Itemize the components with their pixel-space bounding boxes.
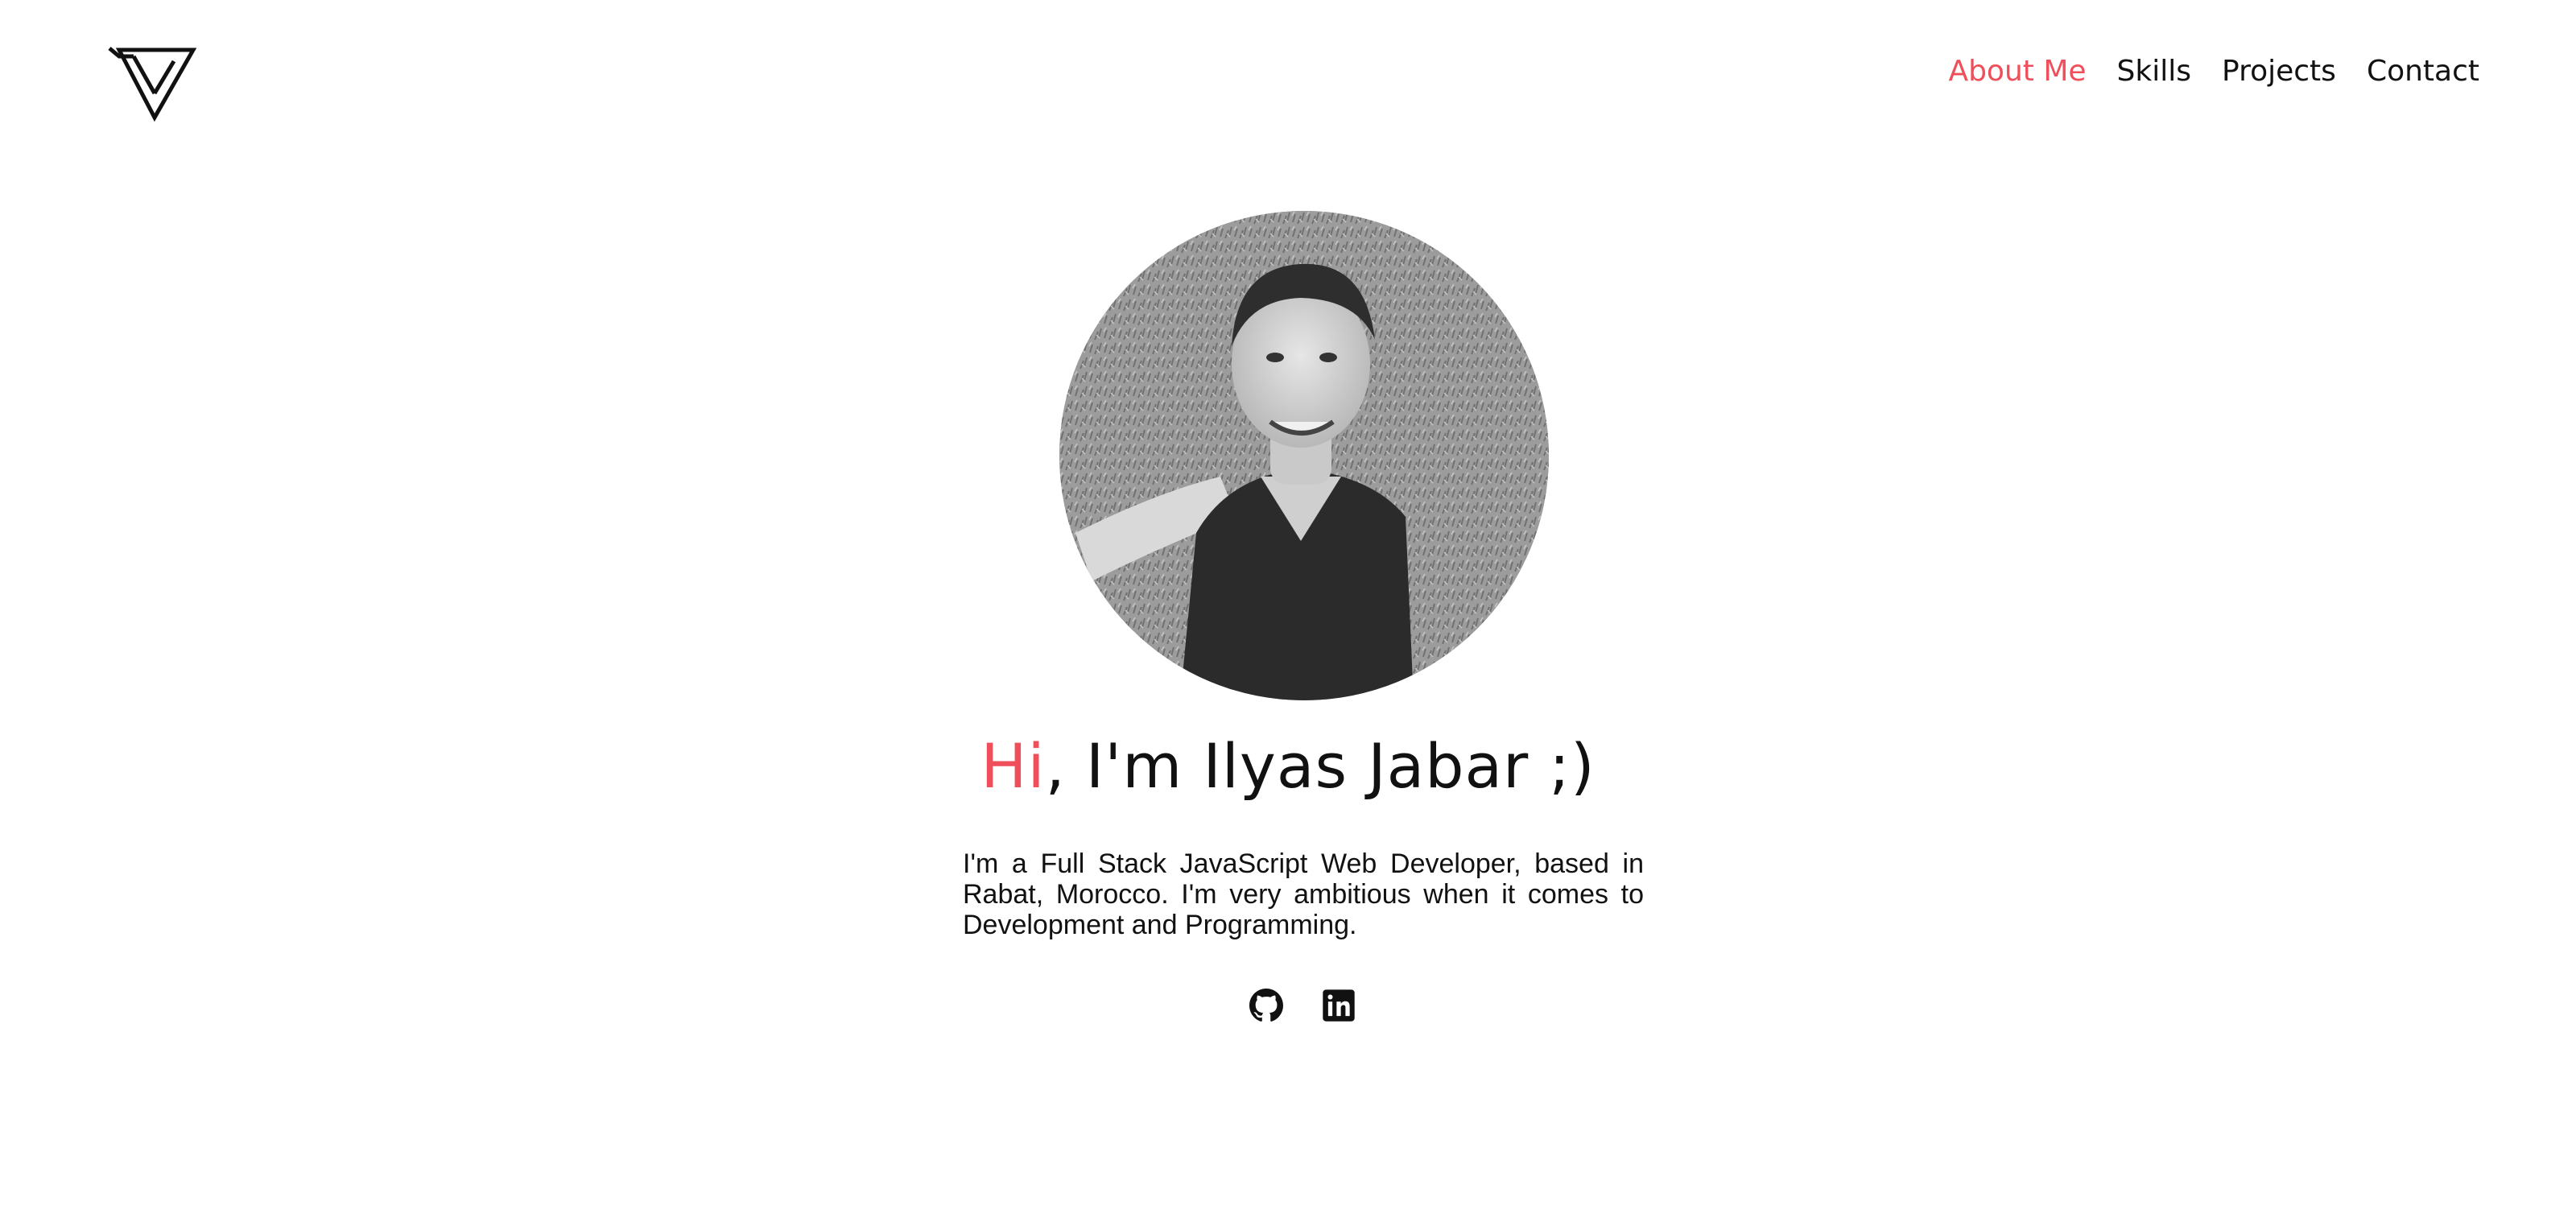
linkedin-icon — [1323, 989, 1355, 1022]
hero-name: , I'm Ilyas Jabar ;) — [1045, 730, 1596, 802]
nav-skills[interactable]: Skills — [2117, 55, 2191, 88]
github-icon — [1249, 989, 1283, 1022]
nav-contact[interactable]: Contact — [2367, 55, 2479, 88]
triangle-logo-icon — [108, 47, 197, 122]
social-links — [1249, 989, 1356, 1022]
nav-projects[interactable]: Projects — [2222, 55, 2336, 88]
avatar — [1059, 211, 1549, 700]
main-nav: About Me Skills Projects Contact — [1948, 55, 2479, 88]
hero-bio: I'm a Full Stack JavaScript Web Develope… — [963, 848, 1644, 940]
logo-link[interactable] — [106, 45, 197, 122]
github-link[interactable] — [1249, 989, 1283, 1022]
nav-about-me[interactable]: About Me — [1948, 55, 2086, 88]
profile-photo — [1059, 211, 1549, 700]
hero-title: Hi, I'm Ilyas Jabar ;) — [0, 731, 2576, 801]
hero-greeting: Hi — [980, 730, 1046, 802]
linkedin-link[interactable] — [1322, 989, 1356, 1022]
